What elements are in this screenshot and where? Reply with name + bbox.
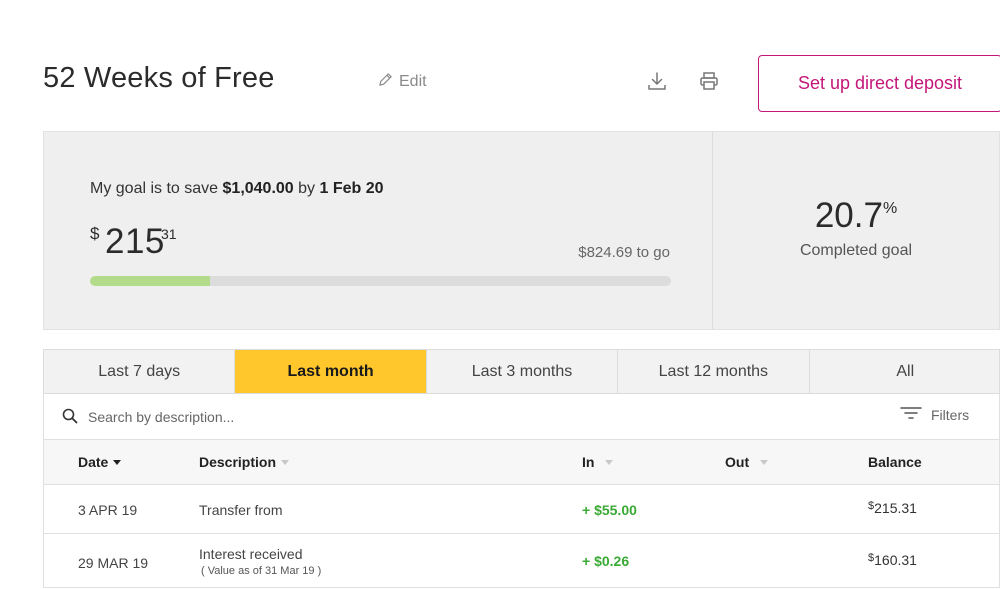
- row-in-amount: + $55.00: [582, 502, 637, 518]
- column-out[interactable]: Out: [725, 454, 769, 470]
- goal-progress-bar: [90, 276, 671, 286]
- row-description-block: Interest received ( Value as of 31 Mar 1…: [199, 546, 321, 577]
- goal-progress-fill: [90, 276, 211, 286]
- sort-icon: [605, 459, 614, 465]
- balance-value: 160.31: [874, 552, 917, 568]
- table-row[interactable]: 3 APR 19 Transfer from + $55.00 $215.31: [43, 485, 1000, 534]
- column-description-label: Description: [199, 454, 277, 470]
- goal-panel: My goal is to save $1,040.00 by 1 Feb 20…: [43, 131, 1000, 330]
- column-balance[interactable]: Balance: [868, 454, 922, 470]
- column-date[interactable]: Date: [78, 454, 122, 470]
- column-date-label: Date: [78, 454, 109, 470]
- percent-sign: %: [882, 200, 898, 217]
- row-date: 3 APR 19: [78, 502, 138, 518]
- goal-target-date: 1 Feb 20: [319, 180, 384, 197]
- tab-last-12-months[interactable]: Last 12 months: [618, 350, 810, 393]
- sort-desc-icon: [113, 459, 122, 465]
- search-icon: [62, 408, 78, 429]
- tab-last-3-months[interactable]: Last 3 months: [427, 350, 619, 393]
- row-in-amount: + $0.26: [582, 553, 630, 569]
- table-header: Date Description In Out Balance: [43, 439, 1000, 485]
- row-description: Transfer from: [199, 502, 283, 518]
- tab-last-month[interactable]: Last month: [235, 350, 427, 393]
- row-balance: $215.31: [868, 500, 917, 516]
- filter-icon: [900, 406, 922, 423]
- goal-by: by: [298, 180, 316, 197]
- search-input[interactable]: [88, 405, 588, 429]
- tab-last-7-days[interactable]: Last 7 days: [44, 350, 236, 393]
- tab-all[interactable]: All: [810, 350, 1000, 393]
- column-out-label: Out: [725, 454, 750, 470]
- sort-icon: [281, 459, 290, 465]
- filters-label: Filters: [931, 406, 970, 423]
- goal-target-amount: $1,040.00: [222, 180, 294, 197]
- row-value-date-note: ( Value as of 31 Mar 19 ): [201, 565, 322, 577]
- column-description[interactable]: Description: [199, 454, 290, 470]
- saved-whole: 215: [105, 222, 165, 261]
- sort-icon: [760, 459, 769, 465]
- download-icon[interactable]: [644, 68, 670, 94]
- column-in-label: In: [582, 454, 595, 470]
- goal-statement: My goal is to save $1,040.00 by 1 Feb 20: [90, 180, 384, 198]
- saved-cents: 31: [161, 226, 177, 242]
- row-balance: $160.31: [868, 552, 917, 568]
- goal-summary: My goal is to save $1,040.00 by 1 Feb 20…: [44, 132, 713, 329]
- column-balance-label: Balance: [868, 454, 922, 470]
- period-tabs: Last 7 days Last month Last 3 months Las…: [43, 349, 1000, 394]
- page-title: 52 Weeks of Free: [43, 62, 275, 94]
- set-up-direct-deposit-button[interactable]: Set up direct deposit: [758, 55, 1000, 112]
- edit-link[interactable]: Edit: [378, 72, 427, 92]
- completion-label: Completed goal: [799, 242, 913, 259]
- goal-prefix: My goal is to save: [90, 180, 219, 197]
- remaining-amount: $824.69 to go: [578, 244, 670, 261]
- row-date: 29 MAR 19: [78, 555, 149, 571]
- search-bar: Filters: [43, 394, 1000, 439]
- filters-button[interactable]: Filters: [900, 406, 969, 423]
- pencil-icon: [378, 72, 393, 92]
- currency-symbol: $: [90, 224, 100, 243]
- table-row[interactable]: 29 MAR 19 Interest received ( Value as o…: [43, 534, 1000, 588]
- completion-value: 20.7: [814, 196, 883, 235]
- completion-percent: 20.7%: [713, 196, 999, 236]
- balance-value: 215.31: [874, 500, 917, 516]
- row-description: Interest received: [199, 546, 303, 562]
- print-icon[interactable]: [696, 68, 722, 94]
- column-in[interactable]: In: [582, 454, 614, 470]
- edit-label: Edit: [399, 73, 427, 90]
- goal-completion: 20.7% Completed goal: [713, 132, 999, 329]
